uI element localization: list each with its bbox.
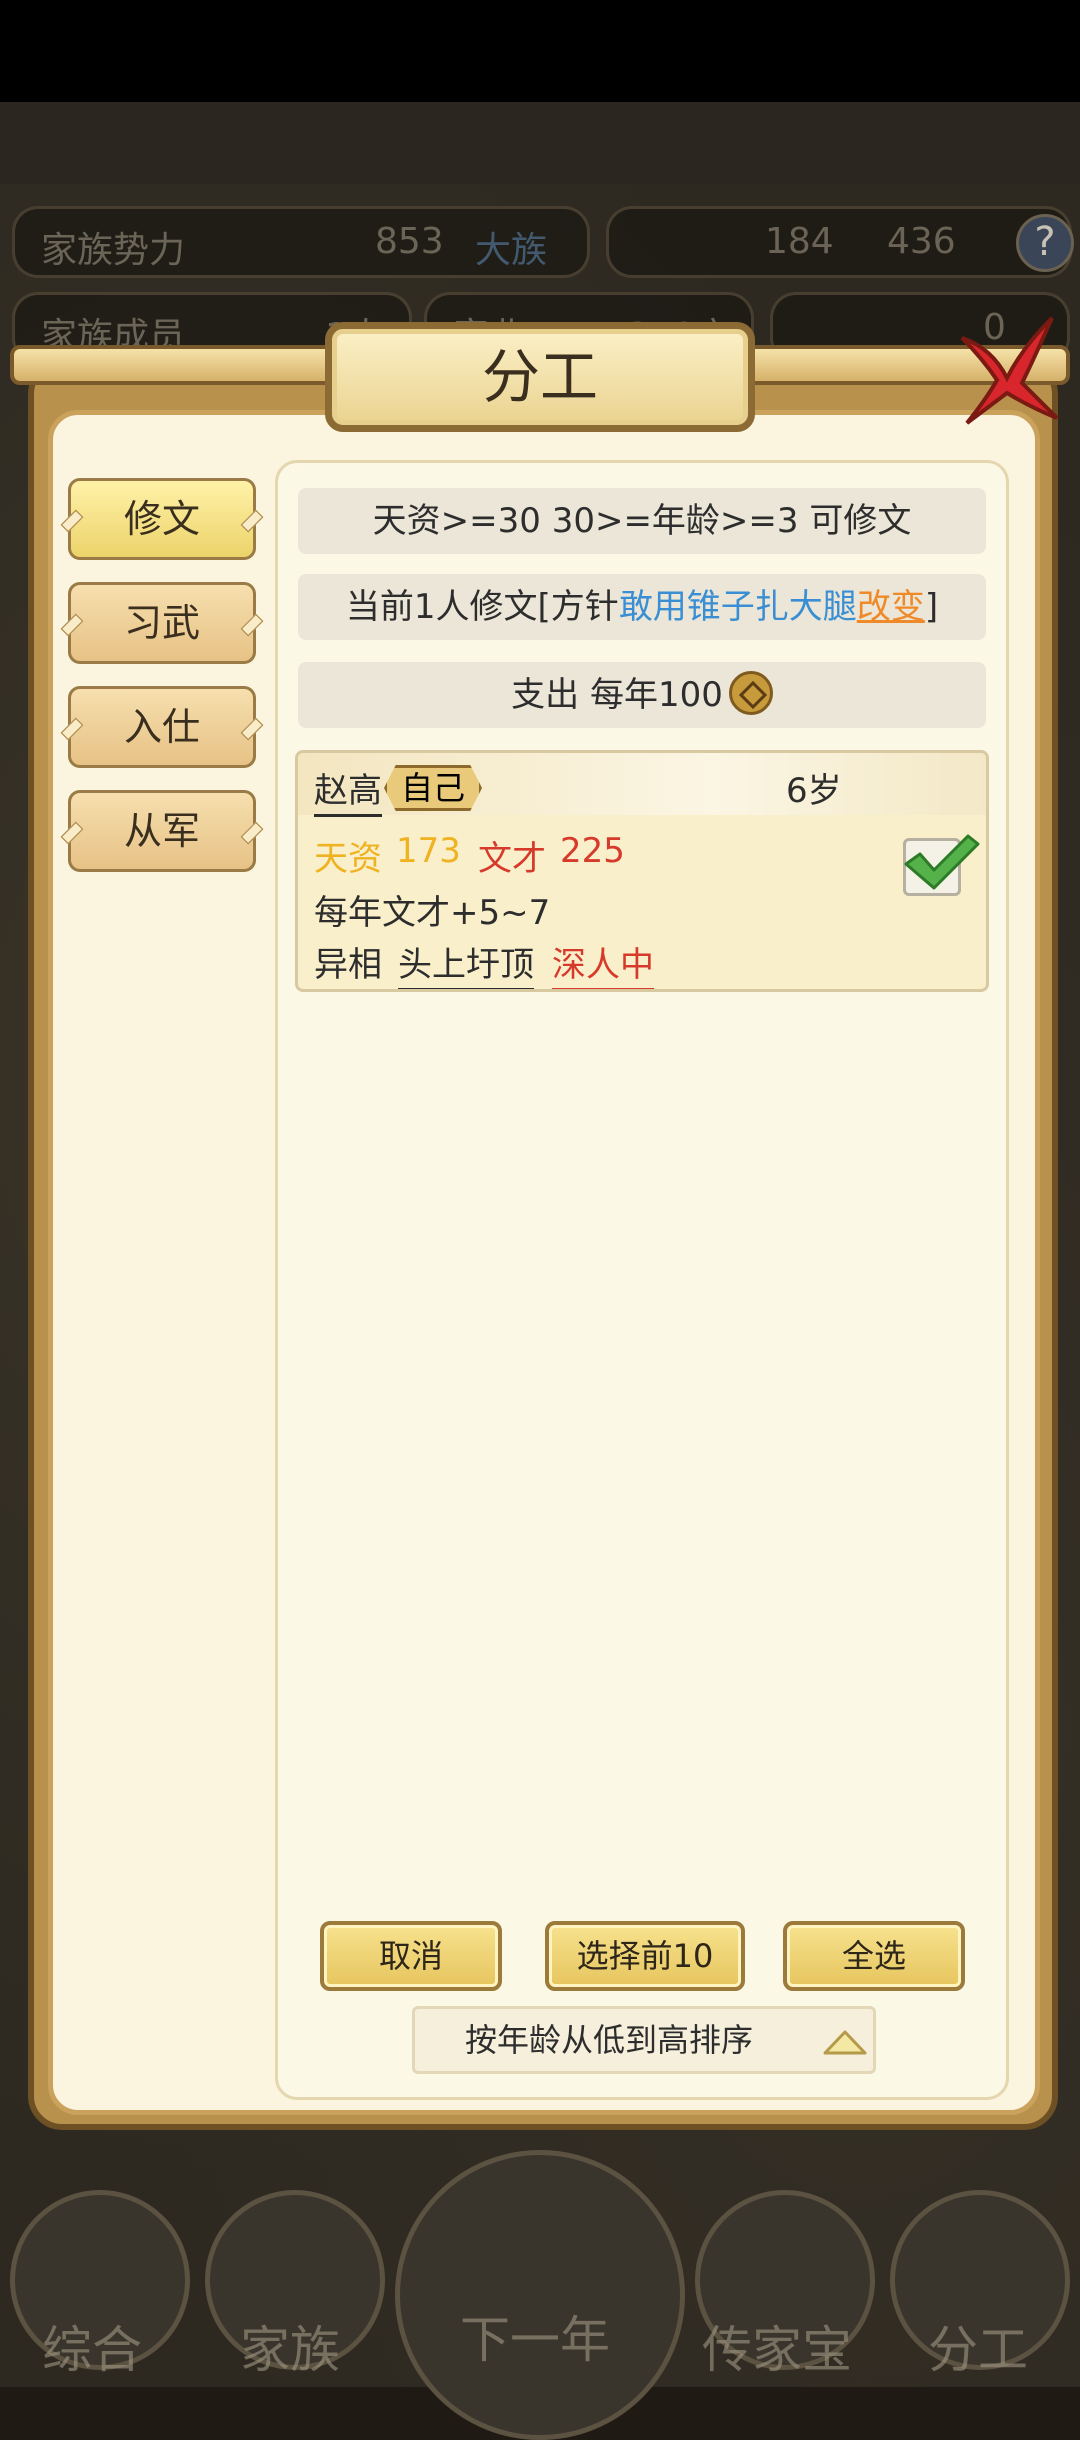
cancel-button[interactable]: 取消: [320, 1921, 502, 1991]
chevron-up-icon: [823, 2030, 867, 2055]
trait-1[interactable]: 头上圩顶: [398, 937, 534, 989]
growth-text: 每年文才+5~7: [314, 893, 551, 933]
bracket-close: ]: [924, 587, 939, 627]
coins-value: 436: [887, 221, 956, 262]
member-name[interactable]: 赵高: [314, 763, 382, 817]
change-policy-link[interactable]: 改变: [857, 587, 925, 627]
nav-next-year-label: 下一年: [460, 2311, 610, 2369]
requirement-row: 天资>=30 30>=年龄>=3 可修文: [298, 488, 986, 554]
gems-value: 184: [765, 221, 834, 262]
cost-row: 支出 每年100: [298, 662, 986, 728]
select-top10-button[interactable]: 选择前10: [545, 1921, 745, 1991]
clan-power-bar: 家族势力 853 大族: [12, 206, 590, 278]
dialog-title: 分工: [481, 343, 598, 411]
select-all-button[interactable]: 全选: [783, 1921, 965, 1991]
help-icon[interactable]: ?: [1016, 214, 1074, 272]
self-tag: 自己: [384, 765, 483, 811]
coin-icon: [728, 670, 773, 715]
policy-text: 敢用锥子扎大腿: [618, 587, 857, 627]
trait-2[interactable]: 深人中: [552, 937, 654, 989]
check-icon: [904, 834, 980, 890]
nav-next-year-icon[interactable]: [395, 2150, 685, 2440]
requirement-text: 天资>=30 30>=年龄>=3 可修文: [372, 501, 912, 541]
nav-division-label: 分工: [928, 2321, 1028, 2379]
trait-label: 异相: [314, 945, 382, 985]
tab-martial[interactable]: 习武: [68, 582, 256, 664]
nav-overview-label: 综合: [42, 2321, 142, 2379]
literary-value: 225: [560, 831, 625, 871]
current-count-text: 当前1人修文[方针: [345, 587, 619, 627]
current-policy-row: 当前1人修文[方针敢用锥子扎大腿改变]: [298, 574, 986, 640]
tab-military[interactable]: 从军: [68, 790, 256, 872]
close-icon[interactable]: [952, 308, 1062, 428]
literary-label: 文才: [478, 839, 546, 879]
resources-bar: 184 436: [606, 206, 1072, 278]
member-card[interactable]: 赵高 自己 6岁 天资 173 文才 225 每年文才+5~7 异相 头上圩顶 …: [295, 750, 989, 992]
status-bar: [0, 0, 1080, 102]
talent-label: 天资: [314, 839, 382, 879]
talent-value: 173: [396, 831, 461, 871]
tab-official[interactable]: 入仕: [68, 686, 256, 768]
member-age: 6岁: [786, 771, 842, 811]
nav-clan-label: 家族: [240, 2321, 340, 2379]
nav-heirloom-label: 传家宝: [702, 2321, 852, 2379]
clan-rank: 大族: [475, 230, 548, 271]
cost-text: 支出 每年100: [511, 675, 723, 715]
sort-label: 按年龄从低到高排序: [465, 2021, 754, 2059]
sort-dropdown[interactable]: 按年龄从低到高排序: [412, 2006, 876, 2074]
clan-power-value: 853: [375, 221, 444, 262]
clan-power-label: 家族势力: [41, 230, 186, 271]
tab-study[interactable]: 修文: [68, 478, 256, 560]
top-strip: [0, 102, 1080, 184]
